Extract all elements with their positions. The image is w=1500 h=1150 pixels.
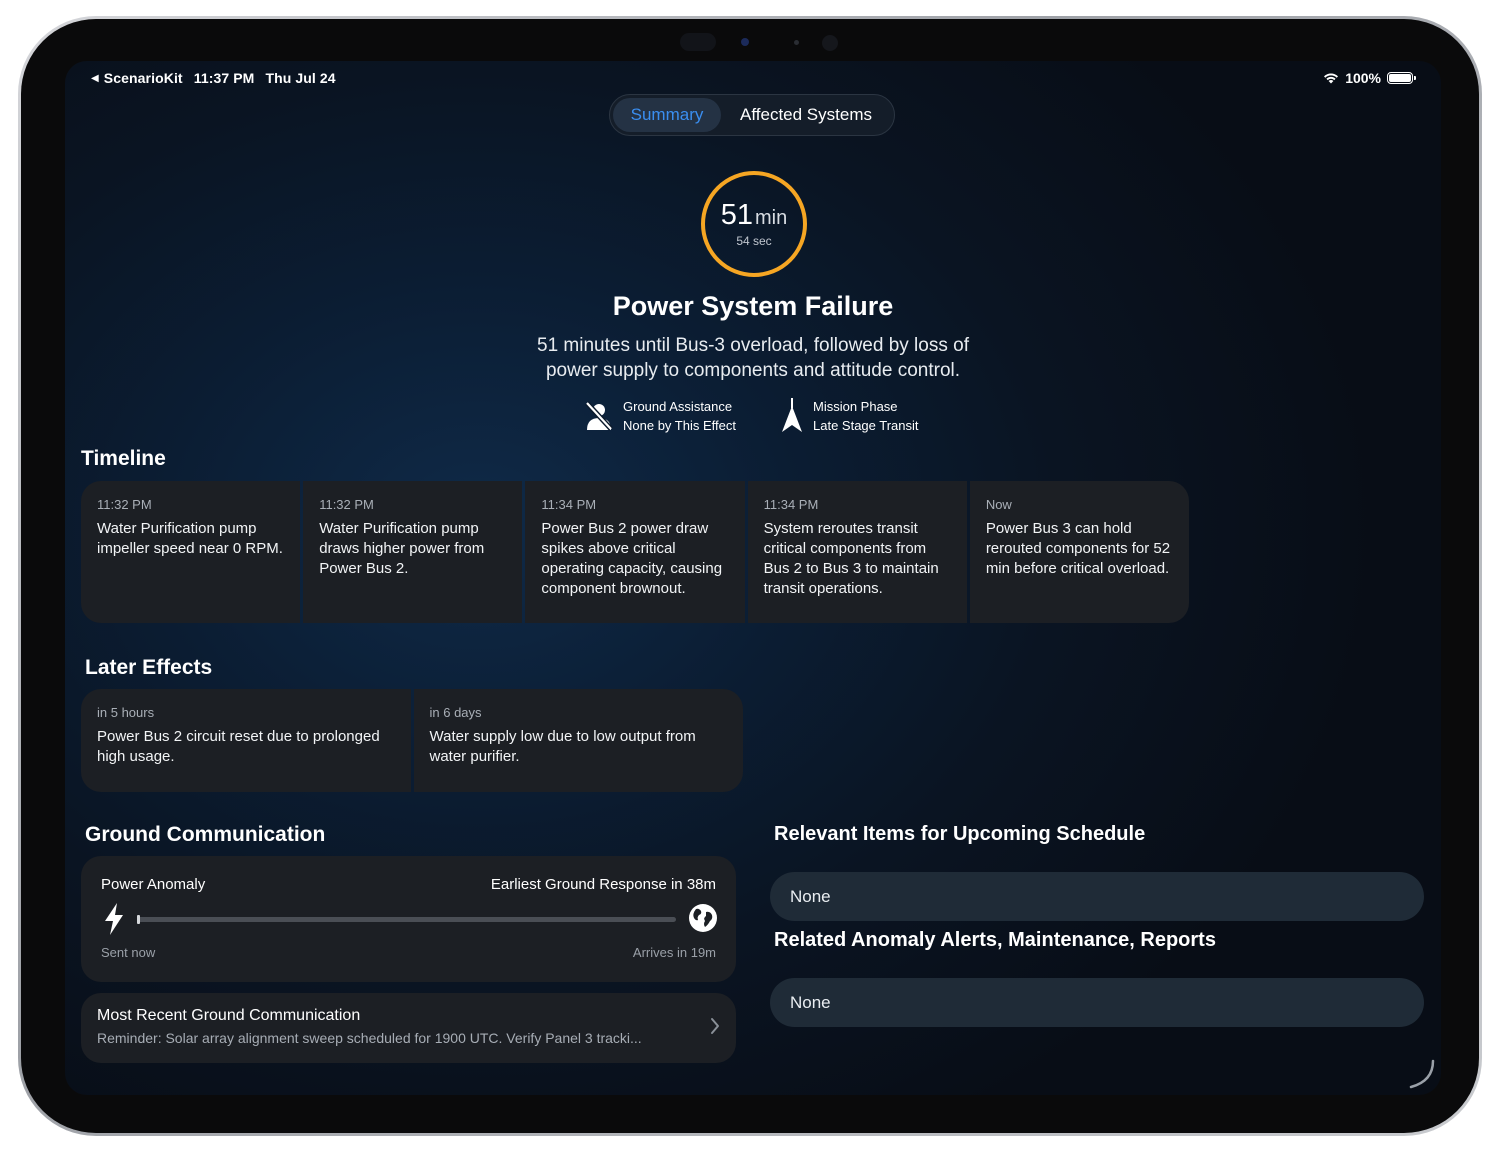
later-effect-text: Water supply low due to low output from … [429,728,696,765]
timeline-heading: Timeline [81,447,166,470]
anomaly-heading: Related Anomaly Alerts, Maintenance, Rep… [774,929,1216,951]
timeline-event[interactable]: 11:34 PM Power Bus 2 power draw spikes a… [525,481,745,623]
battery-icon [1387,72,1416,84]
countdown-minutes: 51 [720,198,754,231]
mission-phase-label: Mission Phase [813,399,898,414]
countdown-seconds: 54 sec [736,233,772,248]
timeline-event-time: Now [985,497,1012,512]
gc-progress-track [137,915,676,924]
tab-summary[interactable]: Summary [613,98,721,132]
timeline-event-time: 11:32 PM [319,497,374,512]
later-effect-item[interactable]: in 6 days Water supply low due to low ou… [413,689,743,792]
resize-handle-icon[interactable] [1405,1059,1435,1089]
recent-ground-communication[interactable]: Most Recent Ground Communication Reminde… [81,993,736,1063]
later-effect-when: in 5 hours [97,705,155,720]
lightning-bolt-icon [105,903,123,935]
later-effect-item[interactable]: in 5 hours Power Bus 2 circuit reset due… [81,689,411,792]
gc-message: Power Anomaly [101,876,206,893]
ground-communication-card[interactable]: Power Anomaly Earliest Ground Response i… [81,856,736,982]
schedule-items-field[interactable]: None [770,872,1424,921]
timeline-event-text: System reroutes transit critical compone… [763,520,939,597]
gc-response-eta: Earliest Ground Response in 38m [490,876,716,893]
later-effect-text: Power Bus 2 circuit reset due to prolong… [97,728,380,765]
battery-percent: 100% [1345,70,1381,86]
ground-assistance-info: Ground Assistance None by This Effect [585,397,736,435]
timeline-event[interactable]: 11:34 PM System reroutes transit critica… [747,481,967,623]
device-bezel: ◀ ScenarioKit 11:37 PM Thu Jul 24 100% S… [21,19,1479,1133]
back-app-link[interactable]: ScenarioKit [104,70,183,86]
later-effects-strip[interactable]: in 5 hours Power Bus 2 circuit reset due… [81,689,743,792]
timeline-event[interactable]: Now Power Bus 3 can hold rerouted compon… [969,481,1189,623]
wifi-icon [1324,73,1339,84]
chevron-right-icon [711,1018,719,1034]
timeline-event-text: Water Purification pump impeller speed n… [97,520,283,557]
status-bar-left: ◀ ScenarioKit 11:37 PM Thu Jul 24 [91,70,336,86]
person-slash-icon [585,401,613,431]
ground-assistance-label: Ground Assistance [623,399,733,414]
countdown-ring: 51 min 54 sec [701,171,807,277]
schedule-heading: Relevant Items for Upcoming Schedule [774,823,1146,845]
timeline-strip[interactable]: 11:32 PM Water Purification pump impelle… [81,481,1189,623]
timeline-event-text: Water Purification pump draws higher pow… [319,520,485,577]
globe-icon [689,904,717,932]
page-title: Power System Failure [612,291,894,321]
app-screen: ◀ ScenarioKit 11:37 PM Thu Jul 24 100% S… [65,61,1441,1095]
mission-phase-value: Late Stage Transit [813,418,919,433]
tab-affected-systems[interactable]: Affected Systems [721,98,891,132]
ipad-frame: ◀ ScenarioKit 11:37 PM Thu Jul 24 100% S… [18,16,1482,1136]
mission-phase-info: Mission Phase Late Stage Transit [781,397,919,435]
ground-communication-heading: Ground Communication [85,823,326,846]
recent-comm-body: Reminder: Solar array alignment sweep sc… [97,1030,642,1046]
view-switcher: Summary Affected Systems [609,94,895,136]
later-effect-when: in 6 days [429,705,482,720]
page-description: 51 minutes until Bus-3 overload, followe… [537,335,969,381]
anomaly-items-field[interactable]: None [770,978,1424,1027]
spacecraft-icon [782,398,802,432]
back-triangle-icon[interactable]: ◀ [91,73,99,84]
status-date: Thu Jul 24 [265,70,336,86]
recent-comm-title: Most Recent Ground Communication [97,1007,361,1024]
gc-progress-marker [137,915,140,924]
timeline-event-time: 11:32 PM [97,497,152,512]
timeline-event[interactable]: 11:32 PM Water Purification pump draws h… [303,481,523,623]
timeline-event-time: 11:34 PM [541,497,597,512]
later-effects-heading: Later Effects [85,656,213,679]
timeline-event[interactable]: 11:32 PM Water Purification pump impelle… [81,481,301,623]
gc-sent: Sent now [101,945,156,960]
status-bar-right: 100% [1323,70,1416,86]
countdown-minutes-unit: min [755,206,788,229]
timeline-event-text: Power Bus 2 power draw spikes above crit… [541,520,723,597]
camera-area [640,31,860,55]
ground-assistance-value: None by This Effect [623,418,736,433]
timeline-event-text: Power Bus 3 can hold rerouted components… [985,520,1171,577]
status-time: 11:37 PM [193,70,255,86]
timeline-event-time: 11:34 PM [763,497,819,512]
gc-arrives: Arrives in 19m [632,945,716,960]
